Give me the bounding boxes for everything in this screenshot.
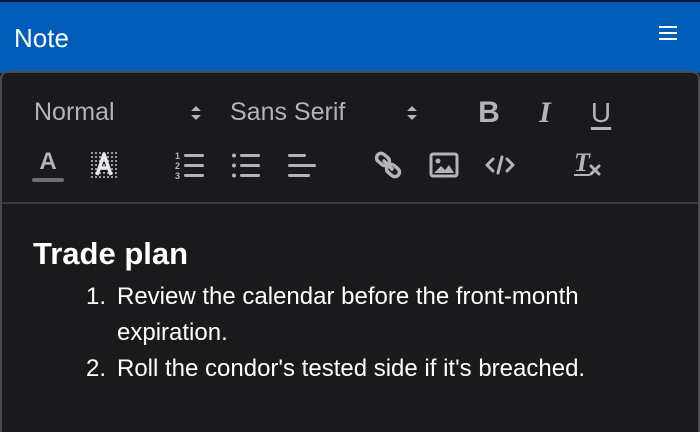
select-arrows-icon [191, 106, 201, 120]
window-title: Note [14, 23, 69, 53]
editor-toolbar: Normal Sans Serif B I U A 1 2 3 T [2, 73, 698, 204]
bullet-list-button[interactable] [228, 147, 264, 183]
italic-button[interactable]: I [528, 95, 562, 131]
clear-format-icon: T [570, 148, 604, 182]
note-editor-panel: Normal Sans Serif B I U A 1 2 3 T Trade … [0, 71, 700, 432]
bullet-list-icon [232, 153, 260, 178]
background-color-button[interactable] [86, 145, 122, 185]
select-arrows-icon [407, 106, 417, 120]
list-item: 2. Roll the condor's tested side if it's… [86, 351, 677, 387]
font-select-value: Sans Serif [230, 97, 346, 126]
highlight-color-icon [89, 151, 119, 179]
link-button[interactable] [370, 147, 406, 183]
text-color-button[interactable]: A [30, 145, 66, 185]
window-header: Note [0, 0, 700, 73]
editor-content[interactable]: Trade plan 1. Review the calendar before… [2, 206, 698, 432]
list-item-number: 2. [86, 355, 107, 382]
bold-icon: B [478, 96, 500, 129]
note-heading: Trade plan [33, 236, 189, 271]
link-icon [374, 151, 402, 179]
text-color-icon: A [39, 147, 57, 175]
image-button[interactable] [426, 147, 462, 183]
italic-icon: I [539, 96, 551, 129]
list-item-number: 1. [86, 283, 107, 310]
heading-select-value: Normal [34, 97, 115, 126]
image-icon [429, 152, 459, 178]
svg-text:3: 3 [175, 171, 180, 180]
list-item: 1. Review the calendar before the front-… [86, 279, 677, 351]
text-color-swatch [32, 177, 64, 182]
list-item-text: Review the calendar before the front-mon… [117, 283, 579, 346]
code-button[interactable] [482, 147, 518, 183]
underline-button[interactable]: U [584, 93, 618, 133]
bold-button[interactable]: B [472, 95, 506, 131]
ordered-list-icon: 1 2 3 [175, 151, 204, 180]
hamburger-menu-icon[interactable] [656, 22, 680, 44]
svg-text:1: 1 [175, 151, 180, 161]
heading-select[interactable]: Normal [34, 94, 212, 130]
ordered-list: 1. Review the calendar before the front-… [86, 279, 677, 387]
ordered-list-button[interactable]: 1 2 3 [172, 147, 208, 183]
underline-icon: U [590, 97, 612, 128]
font-select[interactable]: Sans Serif [230, 94, 426, 130]
align-button[interactable] [284, 147, 320, 183]
list-item-text: Roll the condor's tested side if it's br… [117, 355, 586, 382]
code-icon [485, 155, 515, 175]
clear-format-button[interactable]: T [568, 145, 606, 185]
svg-text:2: 2 [175, 161, 180, 171]
align-left-icon [288, 154, 316, 177]
